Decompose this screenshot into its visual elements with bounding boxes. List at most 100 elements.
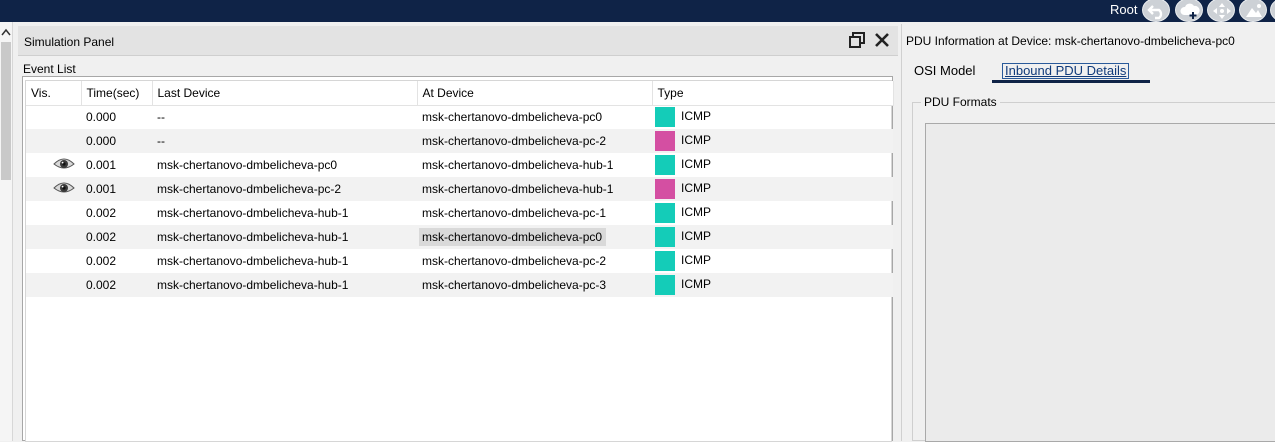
table-header: Vis. Time(sec) Last Device At Device Typ… (26, 81, 894, 106)
at-device-cell-text: msk-chertanovo-dmbelicheva-pc-3 (422, 278, 607, 292)
last-device-cell-text: msk-chertanovo-dmbelicheva-hub-1 (157, 254, 349, 268)
last-device-cell-text: msk-chertanovo-dmbelicheva-pc0 (157, 158, 338, 172)
last-device-cell: msk-chertanovo-dmbelicheva-hub-1 (152, 201, 417, 225)
vis-cell[interactable] (26, 273, 81, 297)
type-cell: ICMP (652, 105, 893, 129)
vis-cell[interactable] (26, 201, 81, 225)
table-row[interactable]: 0.002 msk-chertanovo-dmbelicheva-hub-1 msk… (26, 273, 893, 297)
last-device-cell-text: msk-chertanovo-dmbelicheva-hub-1 (157, 206, 349, 220)
vis-cell[interactable] (26, 225, 81, 249)
tab-osi-model[interactable]: OSI Model (914, 63, 975, 78)
pdu-formats-label: PDU Formats (921, 95, 1000, 109)
time-cell: 0.001 (81, 177, 152, 201)
simulation-panel: Simulation Panel Event List Vis. Time(se… (18, 24, 898, 442)
cloud-plus-icon[interactable] (1175, 0, 1203, 22)
pdu-formats-group: PDU Formats (912, 95, 1275, 442)
last-device-cell-text: msk-chertanovo-dmbelicheva-hub-1 (157, 278, 349, 292)
column-header-type[interactable]: Type (652, 81, 894, 106)
simulation-panel-header: Simulation Panel (18, 26, 898, 56)
time-cell-text: 0.002 (86, 206, 117, 220)
last-device-cell: msk-chertanovo-dmbelicheva-pc-2 (152, 177, 417, 201)
more-icon[interactable] (1270, 0, 1275, 22)
last-device-cell: msk-chertanovo-dmbelicheva-hub-1 (152, 273, 417, 297)
last-device-cell: -- (152, 105, 417, 129)
at-device-cell: msk-chertanovo-dmbelicheva-pc-2 (417, 249, 652, 273)
last-device-cell: msk-chertanovo-dmbelicheva-hub-1 (152, 225, 417, 249)
table-row[interactable]: 0.001 msk-chertanovo-dmbelicheva-pc-2 msk-… (26, 177, 893, 201)
vis-cell[interactable] (26, 153, 81, 177)
table-row[interactable]: 0.002 msk-chertanovo-dmbelicheva-hub-1 msk… (26, 249, 893, 273)
pdu-info-panel: PDU Information at Device: msk-chertanov… (901, 24, 1275, 442)
left-scrollbar[interactable] (0, 22, 13, 441)
last-device-cell: -- (152, 129, 417, 153)
type-text: ICMP (681, 109, 711, 124)
table-row[interactable]: 0.000 -- msk-chertanovo-dmbelicheva-pc-2 IC… (26, 129, 893, 153)
pdu-color-swatch[interactable] (655, 275, 675, 295)
column-header-last-device[interactable]: Last Device (152, 81, 418, 106)
event-table: Vis. Time(sec) Last Device At Device Typ… (26, 81, 894, 297)
vis-cell[interactable] (26, 129, 81, 153)
image-icon[interactable] (1239, 0, 1267, 22)
active-tab-indicator (992, 80, 1150, 83)
table-row[interactable]: 0.002 msk-chertanovo-dmbelicheva-hub-1 msk… (26, 201, 893, 225)
table-row[interactable]: 0.000 -- msk-chertanovo-dmbelicheva-pc0 ICM… (26, 105, 893, 129)
type-cell: ICMP (652, 201, 893, 225)
column-header-at-device[interactable]: At Device (417, 81, 653, 106)
vis-cell[interactable] (26, 105, 81, 129)
at-device-cell: msk-chertanovo-dmbelicheva-pc0 (417, 105, 652, 129)
vis-cell[interactable] (26, 177, 81, 201)
pdu-color-swatch[interactable] (655, 227, 675, 247)
eye-icon[interactable] (53, 157, 75, 171)
tab-inbound-pdu-details[interactable]: Inbound PDU Details (1002, 63, 1130, 79)
at-device-cell: msk-chertanovo-dmbelicheva-hub-1 (417, 153, 652, 177)
last-device-cell-text: -- (157, 110, 165, 125)
type-cell: ICMP (652, 273, 893, 297)
event-list: Vis. Time(sec) Last Device At Device Typ… (22, 76, 894, 442)
pdu-color-swatch[interactable] (655, 107, 675, 128)
pdu-color-swatch[interactable] (655, 203, 675, 223)
table-row[interactable]: 0.001 msk-chertanovo-dmbelicheva-pc0 msk-c… (26, 153, 893, 177)
last-device-cell-text: msk-chertanovo-dmbelicheva-hub-1 (157, 230, 349, 244)
scroll-thumb[interactable] (1, 42, 11, 180)
type-text: ICMP (681, 253, 711, 268)
close-icon[interactable] (874, 32, 890, 48)
vis-cell[interactable] (26, 249, 81, 273)
type-cell: ICMP (652, 249, 893, 273)
at-device-cell: msk-chertanovo-dmbelicheva-pc-1 (417, 201, 652, 225)
type-text: ICMP (681, 277, 711, 292)
column-header-vis[interactable]: Vis. (26, 81, 82, 106)
time-cell: 0.000 (81, 129, 152, 153)
panel-title: Simulation Panel (24, 35, 115, 49)
pdu-color-swatch[interactable] (655, 155, 675, 175)
type-cell: ICMP (652, 177, 893, 201)
table-row[interactable]: 0.002 msk-chertanovo-dmbelicheva-hub-1 msk… (26, 225, 893, 249)
chevron-up-icon[interactable] (1, 28, 11, 36)
back-arrow-icon[interactable] (1142, 0, 1170, 22)
pdu-color-swatch[interactable] (655, 179, 675, 199)
at-device-cell-text: msk-chertanovo-dmbelicheva-pc-1 (422, 206, 607, 220)
time-cell-text: 0.000 (86, 110, 117, 125)
move-icon[interactable] (1207, 0, 1235, 22)
last-device-cell-text: msk-chertanovo-dmbelicheva-pc-2 (157, 182, 342, 196)
type-cell: ICMP (652, 225, 893, 249)
at-device-cell-text: msk-chertanovo-dmbelicheva-pc-2 (422, 254, 607, 268)
time-cell-text: 0.002 (86, 254, 117, 268)
eye-icon[interactable] (53, 181, 75, 195)
at-device-cell: msk-chertanovo-dmbelicheva-hub-1 (417, 177, 652, 201)
type-cell: ICMP (652, 129, 893, 153)
type-text: ICMP (681, 157, 711, 172)
time-cell: 0.002 (81, 273, 152, 297)
pdu-panel-title: PDU Information at Device: msk-chertanov… (906, 34, 1235, 48)
time-cell: 0.002 (81, 201, 152, 225)
time-cell: 0.000 (81, 105, 152, 129)
pdu-formats-area (925, 123, 1275, 442)
time-cell: 0.001 (81, 153, 152, 177)
column-header-time[interactable]: Time(sec) (81, 81, 153, 106)
restore-window-icon[interactable] (849, 32, 865, 48)
type-text: ICMP (681, 181, 711, 196)
type-cell: ICMP (652, 153, 893, 177)
pdu-color-swatch[interactable] (655, 131, 675, 151)
pdu-color-swatch[interactable] (655, 251, 675, 271)
at-device-cell-text: msk-chertanovo-dmbelicheva-hub-1 (422, 182, 614, 196)
top-toolbar: Root (0, 0, 1275, 22)
